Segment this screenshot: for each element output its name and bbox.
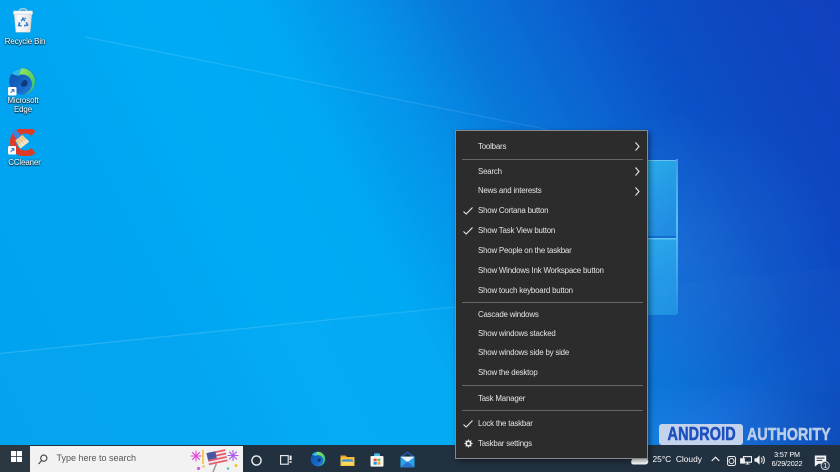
svg-text:1: 1 — [823, 463, 827, 470]
